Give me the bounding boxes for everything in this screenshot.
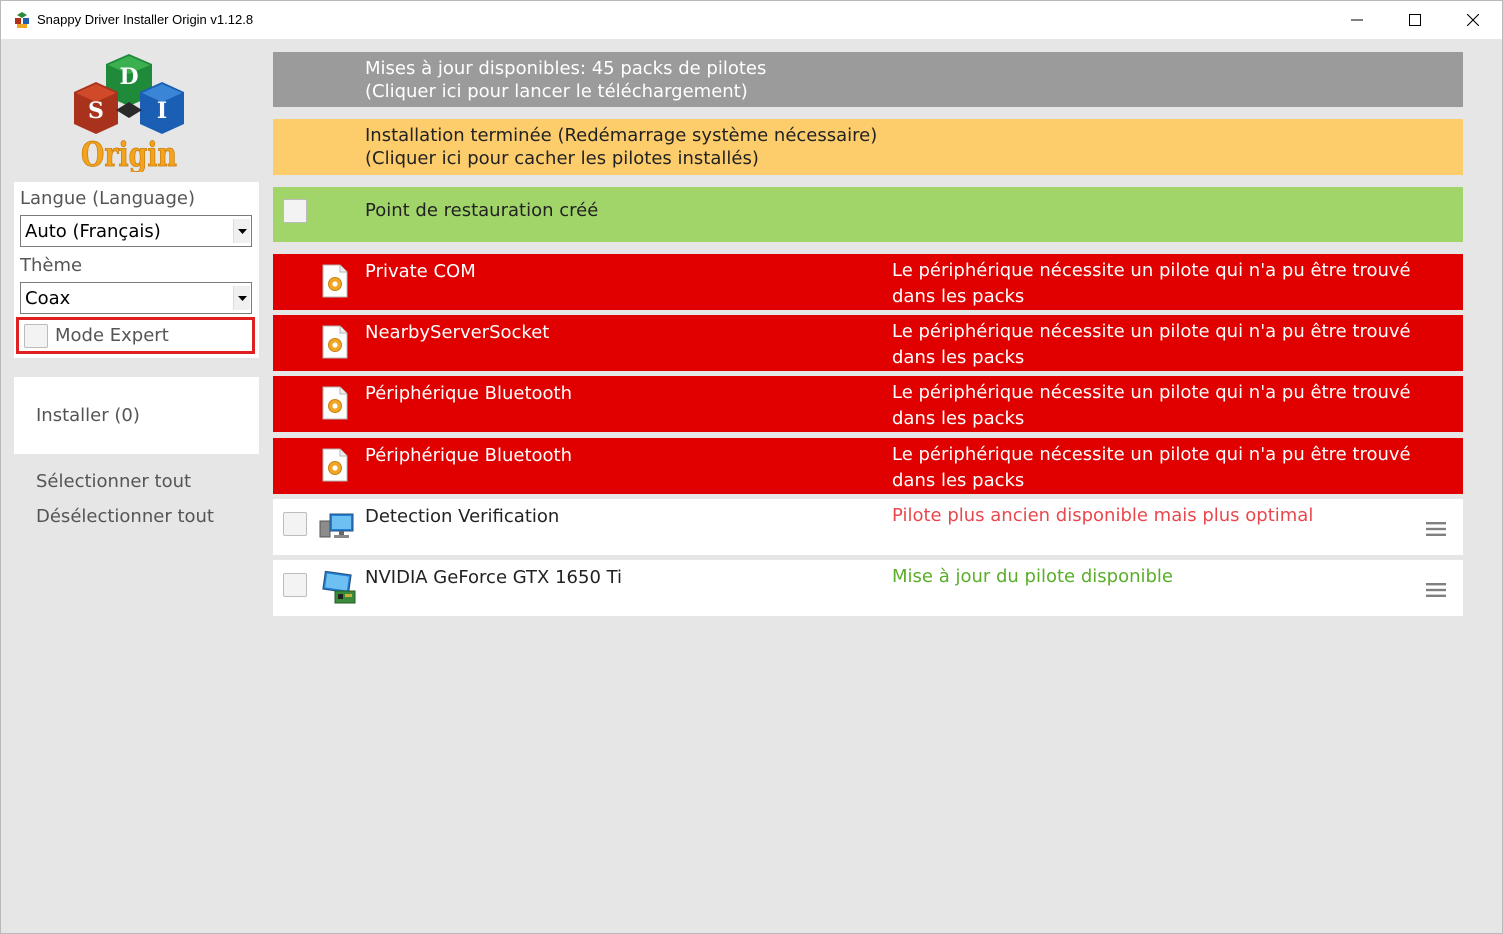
- unknown-device-icon: [322, 448, 348, 482]
- install-button[interactable]: Installer (0): [14, 377, 259, 454]
- dropdown-arrow-icon: [233, 219, 250, 243]
- installed-line1: Installation terminée (Redémarrage systè…: [365, 125, 878, 146]
- installation-complete-banner[interactable]: Installation terminée (Redémarrage systè…: [273, 119, 1463, 175]
- theme-value: Coax: [25, 288, 71, 309]
- device-name: NearbyServerSocket: [365, 322, 550, 343]
- close-button[interactable]: [1444, 1, 1502, 39]
- unknown-device-icon: [322, 386, 348, 420]
- unknown-device-icon: [322, 264, 348, 298]
- title-bar: Snappy Driver Installer Origin v1.12.8: [0, 0, 1503, 39]
- svg-text:Origin: Origin: [81, 135, 177, 172]
- installed-line2: (Cliquer ici pour cacher les pilotes ins…: [365, 148, 759, 169]
- driver-status: Mise à jour du pilote disponible: [892, 566, 1174, 587]
- dropdown-arrow-icon: [233, 286, 250, 310]
- language-label: Langue (Language): [20, 188, 195, 209]
- device-status: Le périphérique nécessite un pilote qui …: [892, 382, 1411, 403]
- expert-mode-label: Mode Expert: [55, 325, 169, 346]
- device-status-cont: dans les packs: [892, 470, 1025, 491]
- hamburger-menu-icon[interactable]: [1426, 582, 1446, 598]
- deselect-all-link[interactable]: Désélectionner tout: [36, 506, 214, 527]
- svg-text:D: D: [119, 64, 138, 90]
- minimize-button[interactable]: [1328, 1, 1386, 39]
- updates-available-banner[interactable]: Mises à jour disponibles: 45 packs de pi…: [273, 52, 1463, 107]
- driver-status: Pilote plus ancien disponible mais plus …: [892, 505, 1314, 526]
- driver-row[interactable]: NearbyServerSocket Le périphérique néces…: [273, 315, 1463, 371]
- display-adapter-icon: [322, 571, 356, 604]
- window-title: Snappy Driver Installer Origin v1.12.8: [37, 12, 254, 27]
- restore-point-label: Point de restauration créé: [365, 200, 599, 221]
- hamburger-menu-icon[interactable]: [1426, 521, 1446, 537]
- install-label: Installer (0): [36, 405, 140, 426]
- device-status: Le périphérique nécessite un pilote qui …: [892, 321, 1411, 342]
- device-status-cont: dans les packs: [892, 347, 1025, 368]
- device-status: Le périphérique nécessite un pilote qui …: [892, 444, 1411, 465]
- sdi-origin-logo: D S I Origin: [74, 54, 184, 172]
- app-icon: [15, 12, 29, 28]
- close-icon: [1467, 14, 1479, 26]
- device-name: Périphérique Bluetooth: [365, 445, 573, 466]
- expert-mode-toggle[interactable]: Mode Expert: [16, 317, 255, 354]
- driver-row[interactable]: Private COM Le périphérique nécessite un…: [273, 254, 1463, 310]
- driver-row[interactable]: Detection Verification Pilote plus ancie…: [273, 499, 1463, 555]
- device-status-cont: dans les packs: [892, 408, 1025, 429]
- device-name: Detection Verification: [365, 506, 560, 527]
- device-name: NVIDIA GeForce GTX 1650 Ti: [365, 567, 623, 588]
- minimize-icon: [1351, 19, 1363, 21]
- expert-mode-checkbox[interactable]: [24, 324, 48, 348]
- maximize-icon: [1409, 14, 1421, 26]
- device-status-cont: dans les packs: [892, 286, 1025, 307]
- updates-line1: Mises à jour disponibles: 45 packs de pi…: [365, 58, 767, 79]
- driver-row[interactable]: Périphérique Bluetooth Le périphérique n…: [273, 438, 1463, 494]
- driver-checkbox[interactable]: [283, 512, 307, 536]
- driver-row[interactable]: NVIDIA GeForce GTX 1650 Ti Mise à jour d…: [273, 560, 1463, 616]
- restore-point-checkbox[interactable]: [283, 199, 307, 223]
- unknown-device-icon: [322, 325, 348, 359]
- svg-text:S: S: [88, 98, 104, 124]
- device-name: Périphérique Bluetooth: [365, 383, 573, 404]
- language-value: Auto (Français): [25, 221, 161, 242]
- select-all-link[interactable]: Sélectionner tout: [36, 471, 191, 492]
- theme-label: Thème: [20, 255, 83, 276]
- updates-line2: (Cliquer ici pour lancer le téléchargeme…: [365, 81, 748, 102]
- svg-text:I: I: [157, 98, 167, 124]
- device-name: Private COM: [365, 261, 476, 282]
- device-status: Le périphérique nécessite un pilote qui …: [892, 260, 1411, 281]
- maximize-button[interactable]: [1386, 1, 1444, 39]
- theme-select[interactable]: Coax: [20, 282, 252, 314]
- monitor-icon: [319, 513, 354, 538]
- restore-point-banner[interactable]: Point de restauration créé: [273, 187, 1463, 242]
- driver-row[interactable]: Périphérique Bluetooth Le périphérique n…: [273, 376, 1463, 432]
- settings-panel: Langue (Language) Auto (Français) Thème …: [14, 182, 259, 358]
- driver-checkbox[interactable]: [283, 573, 307, 597]
- language-select[interactable]: Auto (Français): [20, 215, 252, 247]
